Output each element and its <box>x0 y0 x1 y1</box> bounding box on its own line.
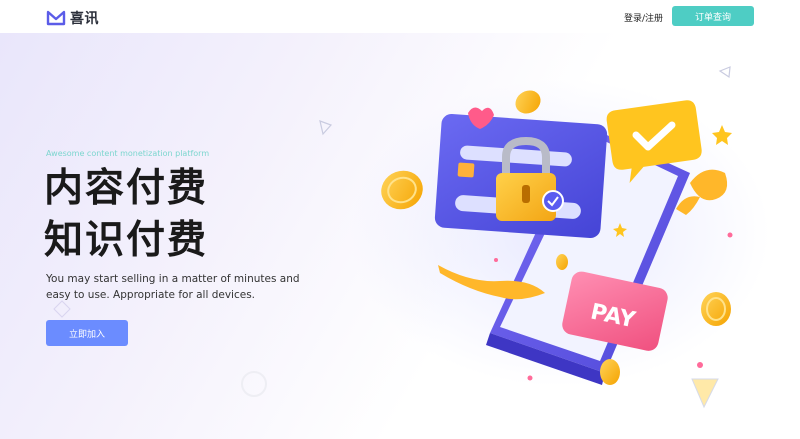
coin-icon <box>701 292 731 326</box>
ribbon-shape <box>676 196 700 215</box>
payment-illustration: PAY <box>381 90 733 409</box>
dot-shape <box>697 362 703 368</box>
coin-icon <box>600 359 620 385</box>
coin-icon <box>556 254 568 270</box>
mail-logo-icon <box>46 10 66 26</box>
diamond-outline-icon <box>53 300 71 318</box>
circle-outline-icon <box>241 371 267 397</box>
dot-shape <box>727 232 733 238</box>
star-icon <box>712 125 732 145</box>
top-nav: 喜讯 登录/注册 订单查询 <box>0 0 800 33</box>
dot-shape <box>527 375 533 381</box>
brand-name: 喜讯 <box>70 11 99 27</box>
dot-shape <box>494 258 498 262</box>
coin-icon <box>515 90 541 114</box>
coin-icon <box>381 170 423 210</box>
hero-section: Awesome content monetization platform 内容… <box>0 33 800 439</box>
brand-logo[interactable]: 喜讯 <box>46 8 99 28</box>
ribbon-shape <box>690 169 728 201</box>
login-register-link[interactable]: 登录/注册 <box>624 11 663 24</box>
triangle-icon <box>691 378 719 409</box>
order-query-button[interactable]: 订单查询 <box>672 6 754 26</box>
